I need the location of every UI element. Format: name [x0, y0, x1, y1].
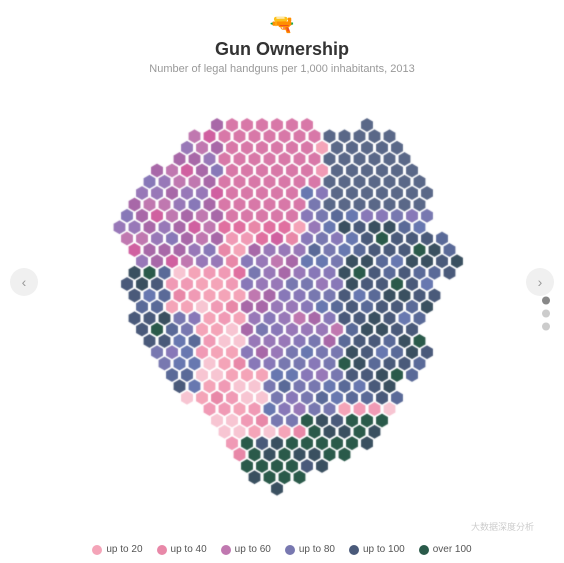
legend-item-0: up to 20 — [92, 544, 142, 555]
nav-left-button[interactable]: ‹ — [10, 268, 38, 296]
legend-dot-5 — [419, 545, 429, 555]
page-container: ‹ › 🔫 Gun Ownership Number of legal hand… — [0, 0, 564, 563]
map-canvas — [52, 97, 512, 517]
legend-dot-2 — [221, 545, 231, 555]
gun-icon: 🔫 — [149, 12, 414, 37]
dot-nav-2[interactable] — [542, 297, 550, 305]
legend-dot-3 — [285, 545, 295, 555]
page-subtitle: Number of legal handguns per 1,000 inhab… — [149, 63, 414, 75]
legend: up to 20 up to 40 up to 60 up to 80 up t… — [82, 536, 481, 563]
nav-right-icon: › — [538, 274, 543, 290]
dot-nav-4[interactable] — [542, 323, 550, 331]
legend-item-1: up to 40 — [157, 544, 207, 555]
legend-label-4: up to 100 — [363, 544, 405, 555]
legend-item-5: over 100 — [419, 544, 472, 555]
legend-item-4: up to 100 — [349, 544, 405, 555]
legend-item-2: up to 60 — [221, 544, 271, 555]
legend-dot-4 — [349, 545, 359, 555]
legend-label-3: up to 80 — [299, 544, 335, 555]
legend-label-0: up to 20 — [106, 544, 142, 555]
legend-dot-1 — [157, 545, 167, 555]
legend-label-1: up to 40 — [171, 544, 207, 555]
page-title: Gun Ownership — [149, 39, 414, 61]
legend-item-3: up to 80 — [285, 544, 335, 555]
legend-label-5: over 100 — [433, 544, 472, 555]
legend-dot-0 — [92, 545, 102, 555]
map-container — [0, 79, 564, 536]
dot-nav-3[interactable] — [542, 310, 550, 318]
legend-label-2: up to 60 — [235, 544, 271, 555]
nav-right-button[interactable]: › — [526, 268, 554, 296]
nav-left-icon: ‹ — [22, 274, 27, 290]
watermark: 大数据深度分析 — [471, 520, 534, 533]
header: 🔫 Gun Ownership Number of legal handguns… — [149, 0, 414, 75]
